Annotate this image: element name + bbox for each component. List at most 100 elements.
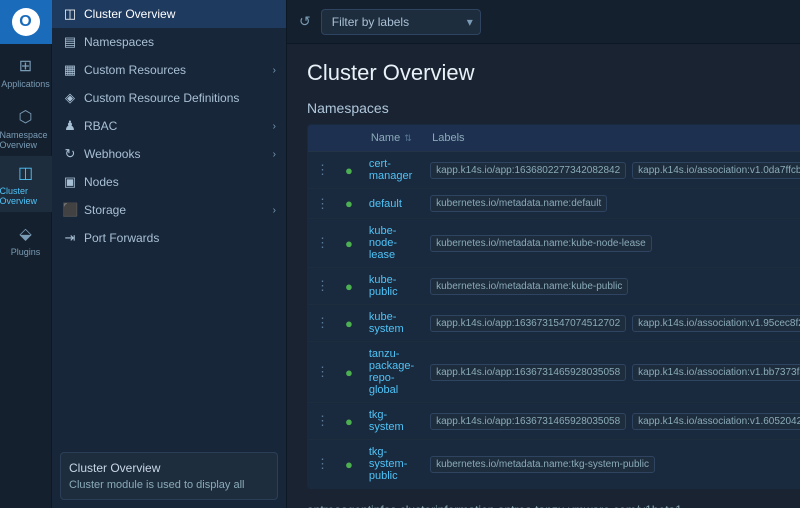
- status-green-icon: ●: [345, 279, 353, 294]
- status-green-icon: ●: [345, 236, 353, 251]
- sidebar-label: Namespaces: [84, 35, 154, 49]
- page-title: Cluster Overview: [307, 60, 780, 86]
- namespace-link[interactable]: kube-public: [369, 274, 398, 298]
- topbar: ↺ Filter by labels: [287, 0, 800, 44]
- table-row: ⋮ ● tanzu-package-repo-global kapp.k14s.…: [308, 342, 800, 403]
- status-green-icon: ●: [345, 365, 353, 380]
- row-status: ●: [337, 342, 361, 403]
- status-green-icon: ●: [345, 316, 353, 331]
- row-dots[interactable]: ⋮: [308, 152, 338, 189]
- status-green-icon: ●: [345, 457, 353, 472]
- table-row: ⋮ ● tkg-system-public kubernetes.io/meta…: [308, 440, 800, 489]
- row-status: ●: [337, 305, 361, 342]
- sidebar-label: Custom Resources: [84, 63, 186, 77]
- label-tag: kapp.k14s.io/app:1636731465928035058: [430, 364, 626, 381]
- applications-icon: ⊞: [19, 56, 32, 76]
- content-area: Cluster Overview Namespaces Name ⇅ Label…: [287, 44, 800, 508]
- sidebar-item-cluster-overview[interactable]: ◫ Cluster Overview: [52, 0, 286, 28]
- app-logo: O: [12, 8, 40, 36]
- row-name: cert-manager: [361, 152, 422, 189]
- label-tag: kubernetes.io/metadata.name:tkg-system-p…: [430, 456, 655, 473]
- row-dots[interactable]: ⋮: [308, 219, 338, 268]
- chevron-right-icon: ›: [273, 65, 276, 76]
- namespace-link[interactable]: tanzu-package-repo-global: [369, 348, 414, 396]
- rail-item-label: Namespace Overview: [0, 130, 52, 150]
- row-labels: kubernetes.io/metadata.name:tkg-system-p…: [422, 440, 800, 489]
- row-dots[interactable]: ⋮: [308, 342, 338, 403]
- label-tag: kapp.k14s.io/association:v1.60520426…: [632, 413, 800, 430]
- row-dots[interactable]: ⋮: [308, 268, 338, 305]
- namespace-overview-icon: ⬡: [19, 107, 33, 127]
- sidebar-item-rbac[interactable]: ♟ RBAC ›: [52, 112, 286, 140]
- table-row: ⋮ ● default kubernetes.io/metadata.name:…: [308, 189, 800, 219]
- table-row: ⋮ ● tkg-system kapp.k14s.io/app:16367314…: [308, 403, 800, 440]
- namespace-link[interactable]: kube-system: [369, 311, 404, 335]
- port-forwards-icon: ⇥: [62, 230, 78, 246]
- rail-item-label: Applications: [1, 79, 50, 89]
- crd-icon: ◈: [62, 90, 78, 106]
- row-name: kube-public: [361, 268, 422, 305]
- label-tag: kapp.k14s.io/association:v1.0da7ffcb…: [632, 162, 800, 179]
- sidebar-item-port-forwards[interactable]: ⇥ Port Forwards: [52, 224, 286, 252]
- label-tag: kapp.k14s.io/association:v1.bb7373f3b…: [632, 364, 800, 381]
- sidebar-item-nodes[interactable]: ▣ Nodes: [52, 168, 286, 196]
- chevron-right-icon: ›: [273, 205, 276, 216]
- rail-item-applications[interactable]: ⊞ Applications: [0, 44, 52, 100]
- row-dots[interactable]: ⋮: [308, 440, 338, 489]
- label-tag: kapp.k14s.io/app:163680227734208284​2: [430, 162, 626, 179]
- th-labels: Labels: [422, 125, 800, 152]
- namespace-link[interactable]: kube-node-lease: [369, 225, 397, 261]
- row-status: ●: [337, 268, 361, 305]
- row-name: kube-system: [361, 305, 422, 342]
- row-name: tkg-system-public: [361, 440, 422, 489]
- status-green-icon: ●: [345, 414, 353, 429]
- logo-area[interactable]: O: [0, 0, 52, 44]
- table-row: ⋮ ● cert-manager kapp.k14s.io/app:163680…: [308, 152, 800, 189]
- sidebar-label: Nodes: [84, 175, 119, 189]
- namespace-link[interactable]: default: [369, 198, 402, 210]
- col-name-label: Name: [371, 132, 400, 144]
- row-dots[interactable]: ⋮: [308, 189, 338, 219]
- rail-item-namespace-overview[interactable]: ⬡ Namespace Overview: [0, 100, 52, 156]
- sidebar: ◫ Cluster Overview ▤ Namespaces ▦ Custom…: [52, 0, 287, 508]
- sidebar-item-storage[interactable]: ⬛ Storage ›: [52, 196, 286, 224]
- row-dots[interactable]: ⋮: [308, 305, 338, 342]
- namespace-link[interactable]: tkg-system: [369, 409, 404, 433]
- rail-item-label: Plugins: [11, 247, 41, 257]
- status-green-icon: ●: [345, 196, 353, 211]
- rail-item-cluster-overview[interactable]: ◫ Cluster Overview: [0, 156, 52, 212]
- filter-wrapper: Filter by labels: [321, 9, 481, 35]
- namespace-link[interactable]: cert-manager: [369, 158, 412, 182]
- chevron-right-icon: ›: [273, 121, 276, 132]
- row-labels: kapp.k14s.io/app:1636731465928035058kapp…: [422, 403, 800, 440]
- label-tag: kubernetes.io/metadata.name:kube-node-le…: [430, 235, 652, 252]
- label-tag: kapp.k14s.io/association:v1.95cec8f2f6…: [632, 315, 800, 332]
- sidebar-item-webhooks[interactable]: ↻ Webhooks ›: [52, 140, 286, 168]
- chevron-right-icon: ›: [273, 149, 276, 160]
- row-dots[interactable]: ⋮: [308, 403, 338, 440]
- history-icon[interactable]: ↺: [299, 13, 311, 30]
- status-green-icon: ●: [345, 163, 353, 178]
- rail-item-label: Cluster Overview: [0, 186, 52, 206]
- rail-item-plugins[interactable]: ⬙ Plugins: [0, 212, 52, 268]
- sidebar-label: RBAC: [84, 119, 117, 133]
- th-name[interactable]: Name ⇅: [361, 125, 422, 152]
- sidebar-label: Cluster Overview: [84, 7, 175, 21]
- antrea-section-title: antreaagentinfos.clusterinformation.antr…: [307, 503, 780, 508]
- sidebar-label: Custom Resource Definitions: [84, 91, 239, 105]
- namespace-link[interactable]: tkg-system-public: [369, 446, 408, 482]
- sidebar-label: Webhooks: [84, 147, 140, 161]
- storage-icon: ⬛: [62, 202, 78, 218]
- main-content: ↺ Filter by labels Cluster Overview Name…: [287, 0, 800, 508]
- card-title: Cluster Overview: [69, 461, 269, 475]
- sidebar-item-custom-resource-definitions[interactable]: ◈ Custom Resource Definitions: [52, 84, 286, 112]
- table-row: ⋮ ● kube-node-lease kubernetes.io/metada…: [308, 219, 800, 268]
- sidebar-item-custom-resources[interactable]: ▦ Custom Resources ›: [52, 56, 286, 84]
- cluster-overview-card: Cluster Overview Cluster module is used …: [60, 452, 278, 500]
- filter-by-labels-dropdown[interactable]: Filter by labels: [321, 9, 481, 35]
- row-status: ●: [337, 219, 361, 268]
- icon-rail: O ⊞ Applications ⬡ Namespace Overview ◫ …: [0, 0, 52, 508]
- row-status: ●: [337, 403, 361, 440]
- row-labels: kubernetes.io/metadata.name:default: [422, 189, 800, 219]
- sidebar-item-namespaces[interactable]: ▤ Namespaces: [52, 28, 286, 56]
